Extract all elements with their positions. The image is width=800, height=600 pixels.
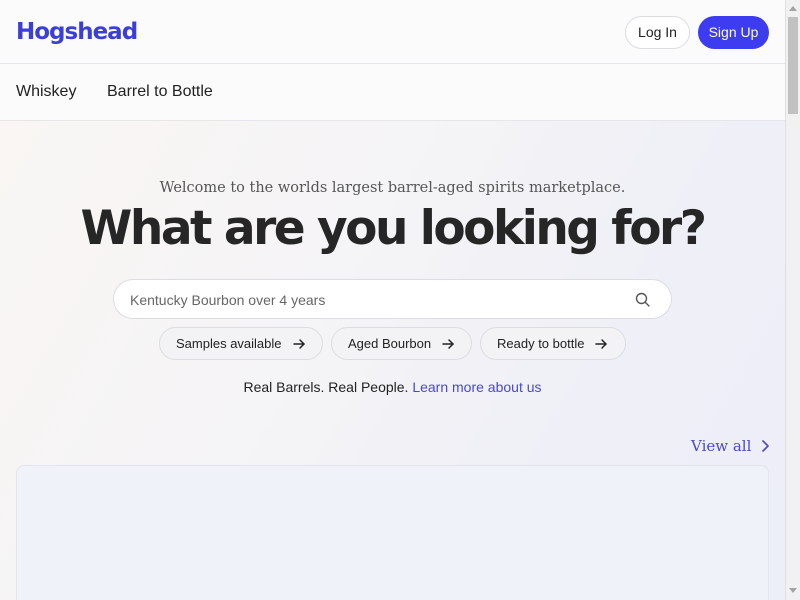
search-bar[interactable] <box>113 279 672 319</box>
search-input[interactable] <box>130 289 620 311</box>
view-all-label: View all <box>691 437 752 455</box>
main-nav: Whiskey Barrel to Bottle <box>0 64 785 121</box>
chip-samples-available[interactable]: Samples available <box>159 327 323 360</box>
arrow-right-icon <box>442 338 454 349</box>
nav-item-barrel-to-bottle[interactable]: Barrel to Bottle <box>107 83 213 101</box>
signup-button[interactable]: Sign Up <box>698 16 769 49</box>
welcome-text: Welcome to the worlds largest barrel-age… <box>159 180 626 196</box>
tagline-text: Real Barrels. Real People. <box>243 379 409 395</box>
nav-item-whiskey[interactable]: Whiskey <box>16 83 76 101</box>
arrow-right-icon <box>292 338 305 349</box>
login-button[interactable]: Log In <box>625 16 690 49</box>
chevron-right-icon <box>762 440 770 452</box>
hero-section: Welcome to the worlds largest barrel-age… <box>0 121 785 600</box>
scrollbar-thumb[interactable] <box>788 17 798 114</box>
tagline: Real Barrels. Real People. Learn more ab… <box>0 379 785 395</box>
scroll-down-arrow-icon[interactable] <box>789 588 797 593</box>
page-title: What are you looking for? <box>80 201 707 256</box>
chip-aged-bourbon[interactable]: Aged Bourbon <box>331 327 472 360</box>
chip-label: Aged Bourbon <box>348 336 432 351</box>
listing-card[interactable] <box>16 465 769 600</box>
chip-label: Samples available <box>176 336 282 351</box>
scrollbar[interactable] <box>785 0 800 600</box>
chip-ready-to-bottle[interactable]: Ready to bottle <box>480 327 626 360</box>
chip-label: Ready to bottle <box>497 336 585 351</box>
arrow-right-icon <box>595 338 608 349</box>
site-header: Hogshead Log In Sign Up <box>0 0 785 64</box>
search-icon[interactable] <box>634 291 652 309</box>
view-all-link[interactable]: View all <box>691 437 771 455</box>
scroll-up-arrow-icon[interactable] <box>789 6 797 11</box>
logo[interactable]: Hogshead <box>16 19 138 45</box>
learn-more-link[interactable]: Learn more about us <box>412 379 541 395</box>
